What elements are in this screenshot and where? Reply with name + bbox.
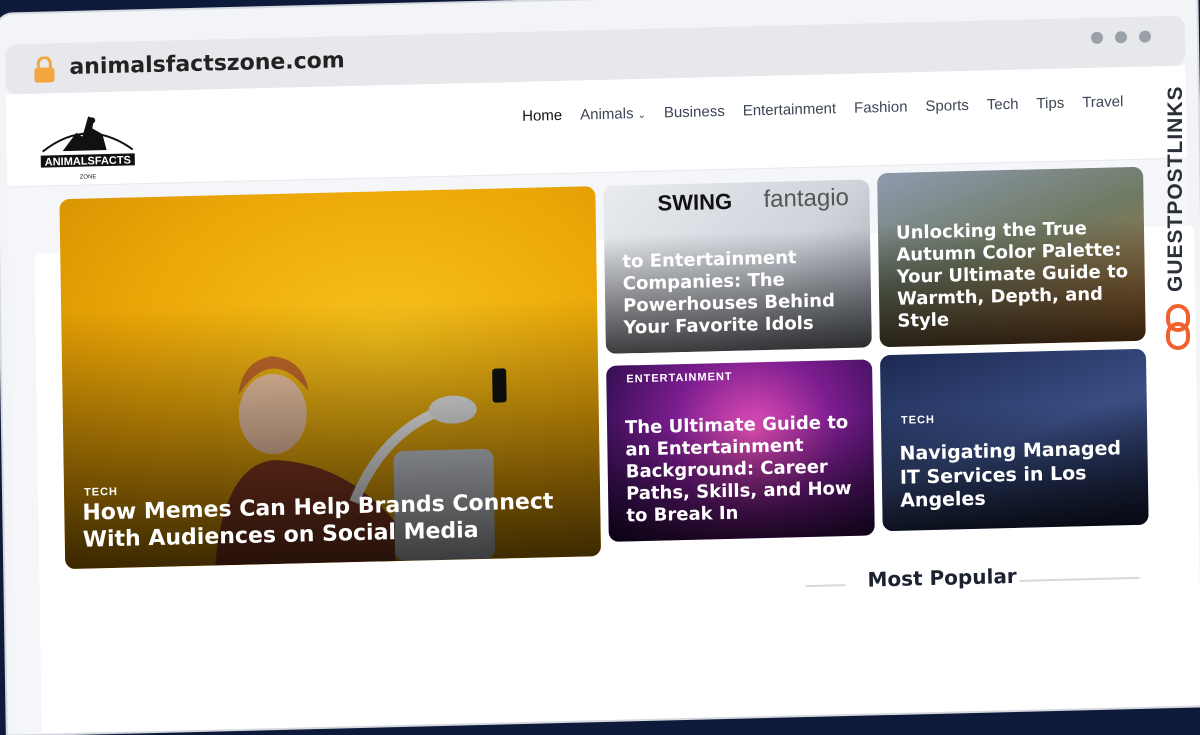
url-text[interactable]: animalsfactszone.com xyxy=(69,48,345,80)
nav-business[interactable]: Business xyxy=(664,103,725,121)
browser-window: animalsfactszone.com ANIMALSFACTS ZONE H… xyxy=(0,0,1200,735)
window-controls xyxy=(1090,30,1152,44)
post-title[interactable]: to Entertainment Companies: The Powerhou… xyxy=(622,246,855,339)
nav-fashion[interactable]: Fashion xyxy=(854,98,908,116)
lock-icon xyxy=(34,56,55,83)
logo-text: ANIMALSFACTS xyxy=(45,154,131,168)
section-title-most-popular: Most Popular xyxy=(867,563,1017,592)
featured-post-main[interactable]: TECH How Memes Can Help Brands Connect W… xyxy=(59,186,602,570)
link-icon xyxy=(1166,304,1190,350)
post-category[interactable]: TECH xyxy=(84,486,118,499)
featured-post-bottom-middle[interactable]: ENTERTAINMENT The Ultimate Guide to an E… xyxy=(606,359,875,542)
post-title[interactable]: Navigating Managed IT Services in Los An… xyxy=(899,438,1132,513)
logo-swing: SWING xyxy=(657,188,733,216)
nav-tech[interactable]: Tech xyxy=(987,96,1019,114)
post-category[interactable]: TECH xyxy=(901,414,935,427)
guestpostlinks-watermark: GUESTPOSTLINKS xyxy=(1160,56,1196,356)
watermark-text: GUESTPOSTLINKS xyxy=(1164,85,1187,292)
featured-post-top-middle[interactable]: SWING fantagio to Entertainment Companie… xyxy=(603,179,872,354)
chevron-down-icon: ⌄ xyxy=(637,109,647,122)
nav-travel[interactable]: Travel xyxy=(1082,93,1123,111)
nav-animals[interactable]: Animals ⌄ xyxy=(580,105,647,124)
nav-animals-label: Animals xyxy=(580,105,634,124)
nav-home[interactable]: Home xyxy=(522,107,562,125)
window-dot-icon[interactable] xyxy=(1114,31,1128,44)
nav-sports[interactable]: Sports xyxy=(925,97,969,115)
post-title[interactable]: Unlocking the True Autumn Color Palette:… xyxy=(896,217,1130,332)
window-dot-icon[interactable] xyxy=(1138,30,1152,43)
featured-post-bottom-right[interactable]: TECH Navigating Managed IT Services in L… xyxy=(879,348,1149,532)
nav-entertainment[interactable]: Entertainment xyxy=(743,100,837,119)
featured-post-top-right[interactable]: Unlocking the True Autumn Color Palette:… xyxy=(877,166,1146,348)
logo-subtext: ZONE xyxy=(80,174,97,180)
post-title[interactable]: The Ultimate Guide to an Entertainment B… xyxy=(625,412,859,527)
nav-tips[interactable]: Tips xyxy=(1036,95,1064,113)
post-category[interactable]: ENTERTAINMENT xyxy=(626,371,732,386)
window-dot-icon[interactable] xyxy=(1090,31,1104,44)
logo-fantagio: fantagio xyxy=(763,183,850,214)
site-logo[interactable]: ANIMALSFACTS ZONE xyxy=(32,97,143,186)
main-nav: Home Animals ⌄ Business Entertainment Fas… xyxy=(522,93,1123,125)
